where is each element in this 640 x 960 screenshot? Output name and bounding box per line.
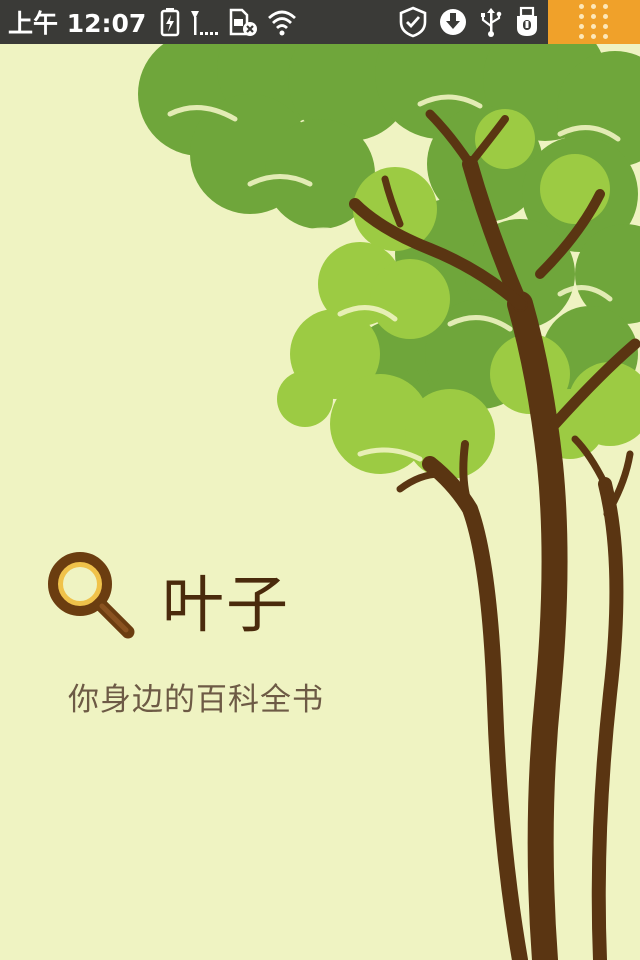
app-grid-button[interactable]: [548, 0, 640, 44]
usb-icon: [478, 6, 504, 38]
status-right-icons: [398, 0, 540, 44]
app-name: 叶子: [162, 568, 291, 641]
sim-card-disabled-icon: [228, 7, 258, 37]
status-left-icons: [160, 7, 297, 37]
shield-check-icon: [398, 6, 428, 38]
splash-content: 叶子 你身边的百科全书: [0, 44, 640, 960]
app-grid-icon: [579, 4, 609, 40]
status-bar: 上午 12:07: [0, 0, 640, 44]
splash-screen: 上午 12:07 叶子 你身边的百科全书: [0, 0, 640, 960]
battery-charging-icon: [160, 7, 180, 37]
tree-illustration: [138, 44, 640, 960]
magnifier-icon: [48, 552, 135, 639]
wifi-icon: [267, 7, 297, 37]
download-icon: [438, 7, 468, 37]
usb-debugging-icon: [514, 6, 540, 38]
status-time: 上午 12:07: [8, 9, 147, 38]
brand-block: 叶子: [44, 548, 364, 658]
signal-icon: [189, 7, 219, 37]
app-slogan: 你身边的百科全书: [68, 682, 324, 718]
